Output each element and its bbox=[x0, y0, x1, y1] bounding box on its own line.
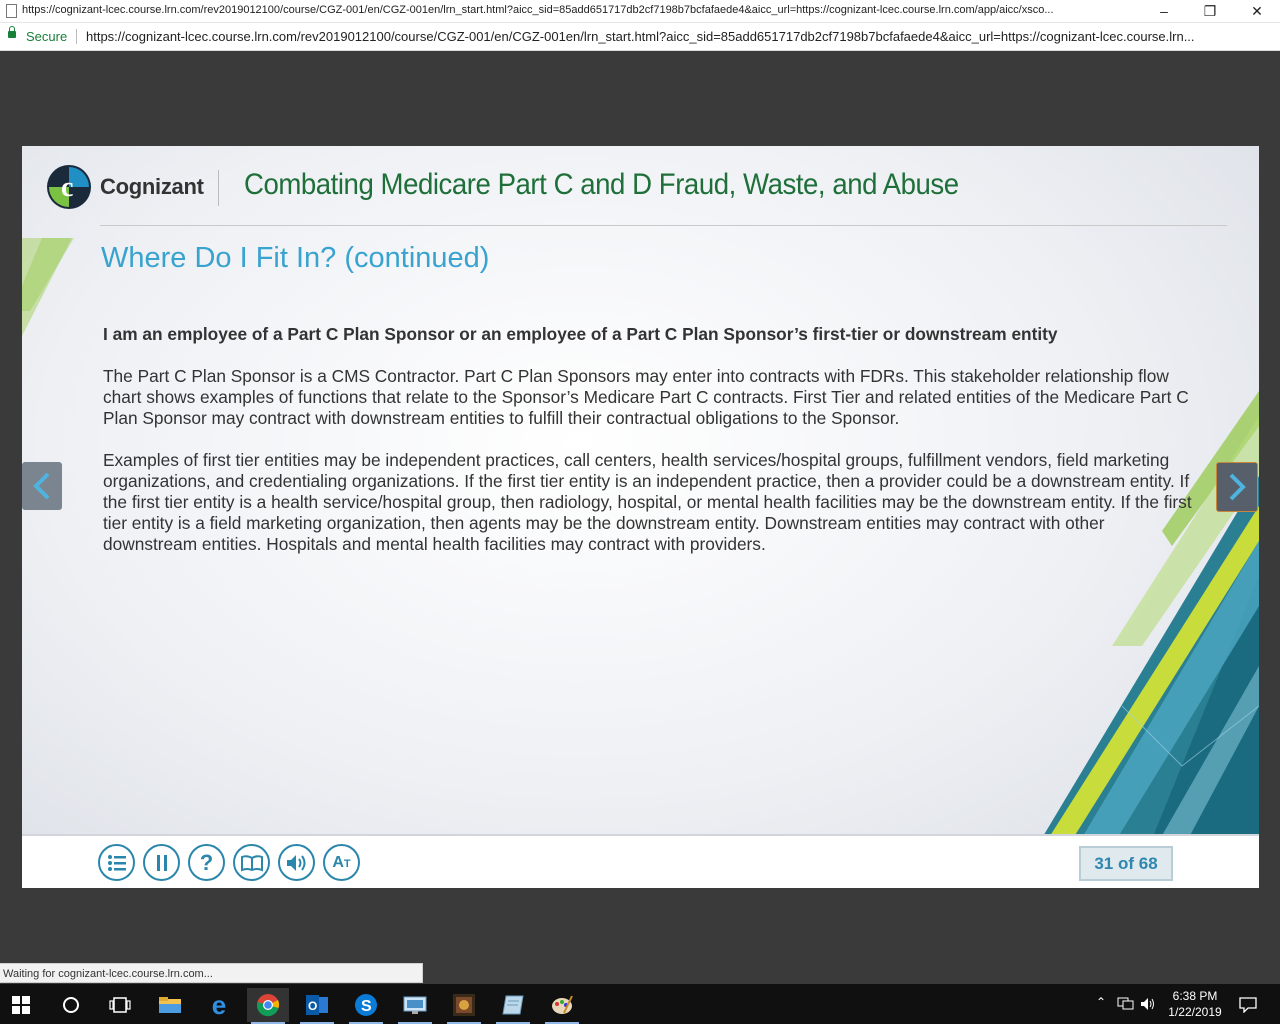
svg-text:S: S bbox=[361, 998, 372, 1015]
game-app-icon bbox=[453, 994, 475, 1016]
pause-icon bbox=[156, 854, 167, 871]
help-button[interactable]: ? bbox=[188, 844, 225, 881]
paint-app-taskbar[interactable] bbox=[541, 988, 583, 1024]
outlook-taskbar[interactable]: O bbox=[296, 988, 338, 1024]
start-button[interactable] bbox=[0, 988, 42, 1022]
secure-label[interactable]: Secure bbox=[26, 29, 67, 44]
paint-icon bbox=[552, 995, 573, 1014]
cognizant-logo-icon: c bbox=[47, 165, 91, 209]
edge-taskbar[interactable]: e bbox=[198, 988, 240, 1022]
svg-text:O: O bbox=[308, 999, 317, 1013]
course-title: Combating Medicare Part C and D Fraud, W… bbox=[244, 168, 959, 201]
outlook-icon: O bbox=[306, 995, 328, 1015]
edge-icon: e bbox=[211, 989, 227, 1020]
help-icon: ? bbox=[199, 849, 214, 875]
notification-icon bbox=[1239, 997, 1257, 1013]
folder-icon bbox=[159, 997, 181, 1013]
volume-icon[interactable] bbox=[1140, 997, 1156, 1011]
menu-button[interactable] bbox=[98, 844, 135, 881]
remote-desktop-icon bbox=[403, 996, 427, 1014]
brand-name: Cognizant bbox=[100, 174, 204, 199]
player-control-bar: ? AT 31 of 68 bbox=[22, 834, 1259, 888]
url-text[interactable]: https://cognizant-lcec.course.lrn.com/re… bbox=[86, 29, 1274, 44]
address-bar[interactable]: Secure https://cognizant-lcec.course.lrn… bbox=[0, 23, 1280, 51]
file-explorer-taskbar[interactable] bbox=[149, 988, 191, 1022]
window-title: https://cognizant-lcec.course.lrn.com/re… bbox=[22, 4, 1054, 16]
search-button[interactable] bbox=[50, 988, 92, 1022]
action-center-button[interactable] bbox=[1228, 988, 1268, 1022]
address-separator bbox=[76, 29, 77, 44]
taskbar-clock[interactable]: 6:38 PM 1/22/2019 bbox=[1162, 988, 1228, 1020]
windows-taskbar: e O S ⌃ 6:38 PM 1/22/2019 bbox=[0, 984, 1280, 1024]
lock-icon bbox=[8, 26, 16, 38]
page-icon bbox=[6, 4, 17, 18]
chrome-icon bbox=[256, 994, 280, 1017]
network-icon[interactable] bbox=[1117, 997, 1135, 1011]
task-view-button[interactable] bbox=[99, 988, 141, 1022]
chevron-right-icon bbox=[1229, 473, 1246, 501]
cognizant-logo: c Cognizant bbox=[46, 164, 204, 210]
slide-paragraph-2: Examples of first tier entities may be i… bbox=[103, 450, 1192, 554]
clock-date: 1/22/2019 bbox=[1168, 1005, 1222, 1019]
glossary-button[interactable] bbox=[233, 844, 270, 881]
windows-logo-icon bbox=[12, 996, 30, 1014]
text-size-icon: AT bbox=[332, 853, 351, 871]
slide-paragraph-1: The Part C Plan Sponsor is a CMS Contrac… bbox=[103, 366, 1189, 428]
menu-icon bbox=[107, 854, 126, 871]
page-counter: 31 of 68 bbox=[1079, 846, 1173, 881]
clock-time: 6:38 PM bbox=[1172, 989, 1218, 1003]
chrome-taskbar[interactable] bbox=[247, 988, 289, 1024]
previous-slide-button[interactable] bbox=[22, 462, 62, 510]
close-button[interactable]: ✕ bbox=[1234, 0, 1280, 22]
header-rule bbox=[100, 225, 1227, 226]
header-separator bbox=[218, 170, 219, 206]
slide-lead: I am an employee of a Part C Plan Sponso… bbox=[103, 324, 1058, 344]
restore-button[interactable]: ❐ bbox=[1187, 0, 1233, 22]
browser-status-bubble: Waiting for cognizant-lcec.course.lrn.co… bbox=[0, 963, 423, 983]
skype-taskbar[interactable]: S bbox=[345, 988, 387, 1024]
notepad-icon bbox=[502, 995, 524, 1015]
chevron-left-icon bbox=[33, 472, 50, 500]
remote-desktop-taskbar[interactable] bbox=[394, 988, 436, 1024]
chevron-up-icon[interactable]: ⌃ bbox=[1096, 995, 1106, 1009]
audio-icon bbox=[286, 854, 305, 871]
search-circle-icon bbox=[63, 997, 79, 1013]
slide-content: I am an employee of a Part C Plan Sponso… bbox=[103, 324, 1203, 576]
browser-title-bar: https://cognizant-lcec.course.lrn.com/re… bbox=[0, 0, 1280, 23]
course-player: c Cognizant Combating Medicare Part C an… bbox=[22, 146, 1259, 888]
text-size-button[interactable]: AT bbox=[323, 844, 360, 881]
system-tray: ⌃ bbox=[1090, 984, 1160, 1024]
glossary-icon bbox=[240, 854, 263, 871]
game-app-taskbar[interactable] bbox=[443, 988, 485, 1024]
svg-text:c: c bbox=[61, 172, 73, 203]
next-slide-button[interactable] bbox=[1216, 462, 1258, 512]
minimize-button[interactable]: – bbox=[1141, 0, 1187, 22]
task-view-icon bbox=[109, 997, 131, 1013]
control-buttons: ? AT bbox=[98, 844, 360, 881]
skype-icon: S bbox=[355, 994, 377, 1016]
notepad-app-taskbar[interactable] bbox=[492, 988, 534, 1024]
audio-button[interactable] bbox=[278, 844, 315, 881]
slide-heading: Where Do I Fit In? (continued) bbox=[101, 242, 490, 274]
pause-button[interactable] bbox=[143, 844, 180, 881]
